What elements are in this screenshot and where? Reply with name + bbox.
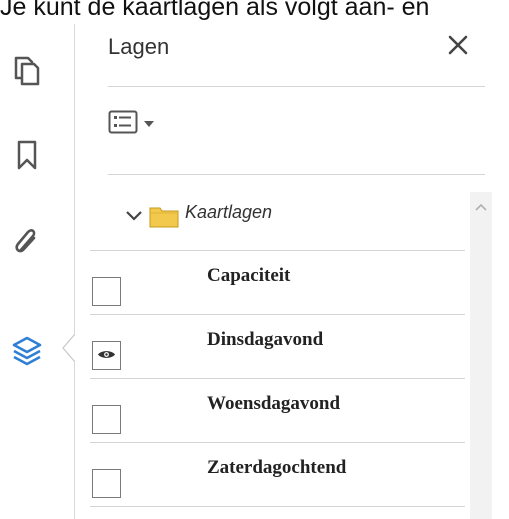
visibility-toggle[interactable]	[92, 277, 121, 306]
layer-label: Zaterdagochtend	[207, 457, 347, 478]
toolbar-divider	[108, 174, 485, 175]
folder-row[interactable]: Kaartlagen	[125, 198, 272, 238]
layers-button[interactable]	[10, 334, 44, 368]
scroll-up-button[interactable]	[474, 200, 488, 212]
layer-row-zaterdagochtend[interactable]: Zaterdagochtend	[90, 442, 465, 505]
folder-label: Kaartlagen	[185, 201, 273, 222]
layer-label: Woensdagavond	[207, 393, 341, 414]
bookmarks-button[interactable]	[10, 138, 44, 172]
panel-title: Lagen	[108, 34, 170, 59]
layers-panel: Lagen Kaartlagen Capaciteit Dinsdagavond…	[75, 24, 509, 519]
attachments-button[interactable]	[10, 224, 44, 258]
bookmark-icon	[14, 138, 40, 172]
scrollbar[interactable]	[470, 192, 492, 519]
eye-icon	[97, 347, 116, 365]
page-text-snippet: Je kunt de kaartlagen als volgt aan- en	[0, 0, 430, 21]
chevron-down-icon[interactable]	[125, 209, 143, 227]
layer-tree: Kaartlagen Capaciteit Dinsdagavond Woens…	[75, 192, 509, 519]
layers-icon	[11, 334, 43, 368]
pages-icon	[12, 52, 42, 86]
active-tab-pointer	[62, 333, 76, 363]
visibility-toggle[interactable]	[92, 469, 121, 498]
close-button[interactable]	[441, 30, 475, 64]
pages-button[interactable]	[10, 52, 44, 86]
row-divider	[90, 506, 465, 507]
options-icon	[108, 110, 138, 139]
layer-row-capaciteit[interactable]: Capaciteit	[90, 250, 465, 313]
layer-label: Dinsdagavond	[207, 329, 324, 350]
visibility-toggle[interactable]	[92, 405, 121, 434]
options-menu-button[interactable]	[108, 110, 154, 139]
attachment-icon	[12, 224, 42, 258]
header-divider	[108, 86, 485, 87]
layer-row-dinsdagavond[interactable]: Dinsdagavond	[90, 314, 465, 377]
navigation-toolbar	[0, 24, 75, 519]
visibility-toggle[interactable]	[92, 341, 121, 370]
layer-label: Capaciteit	[207, 265, 291, 286]
folder-icon	[149, 204, 179, 233]
close-icon	[447, 34, 469, 61]
dropdown-arrow-icon	[144, 115, 154, 133]
layer-row-woensdagavond[interactable]: Woensdagavond	[90, 378, 465, 441]
